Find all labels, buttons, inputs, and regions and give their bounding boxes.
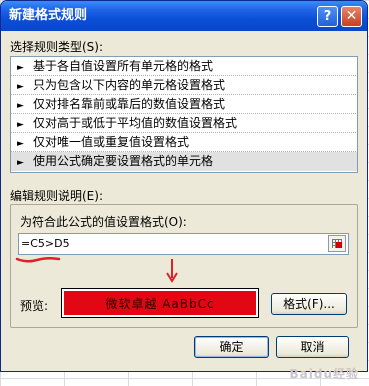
rule-type-item[interactable]: ► 仅对高于或低于平均值的数值设置格式	[11, 114, 357, 133]
rule-description-label: 编辑规则说明(E):	[10, 189, 103, 203]
rule-type-item[interactable]: ► 仅对排名靠前或靠后的数值设置格式	[11, 95, 357, 114]
preview-text: 微软卓越 AaBbCc	[64, 291, 256, 315]
rule-type-list[interactable]: ► 基于各自值设置所有单元格的格式 ► 只为包含以下内容的单元格设置格式 ► 仅对排名…	[10, 56, 358, 173]
preview-label: 预览:	[20, 299, 49, 313]
format-preview: 微软卓越 AaBbCc	[61, 288, 259, 318]
rule-type-item[interactable]: ► 仅对唯一值或重复值设置格式	[11, 133, 357, 152]
rule-type-item-selected[interactable]: ► 使用公式确定要设置格式的单元格	[11, 152, 357, 171]
red-arrow-annotation	[166, 259, 178, 283]
rule-type-label: 选择规则类型(S):	[10, 40, 104, 54]
triangle-right-icon: ►	[17, 158, 24, 168]
help-button[interactable]: ?	[317, 6, 338, 27]
dialog-titlebar[interactable]: 新建格式规则 ? ✕	[1, 1, 367, 31]
new-format-rule-dialog: 新建格式规则 ? ✕ 选择规则类型(S): ► 基于各自值设置所有单元格的格式 ►…	[0, 0, 368, 372]
watermark: Baidu经验	[289, 367, 359, 381]
dialog-title: 新建格式规则	[9, 8, 88, 23]
red-underline-annotation	[15, 256, 61, 263]
formula-label: 为符合此公式的值设置格式(O):	[20, 215, 187, 229]
format-button[interactable]: 格式(F)...	[271, 293, 347, 315]
close-button[interactable]: ✕	[341, 6, 362, 27]
ok-button[interactable]: 确定	[194, 336, 269, 358]
collapse-dialog-icon[interactable]	[328, 235, 346, 252]
formula-input[interactable]: =C5>D5	[18, 233, 349, 255]
cancel-button[interactable]: 取消	[276, 336, 349, 358]
rule-type-item[interactable]: ► 基于各自值设置所有单元格的格式	[11, 57, 357, 76]
rule-type-item[interactable]: ► 只为包含以下内容的单元格设置格式	[11, 76, 357, 95]
